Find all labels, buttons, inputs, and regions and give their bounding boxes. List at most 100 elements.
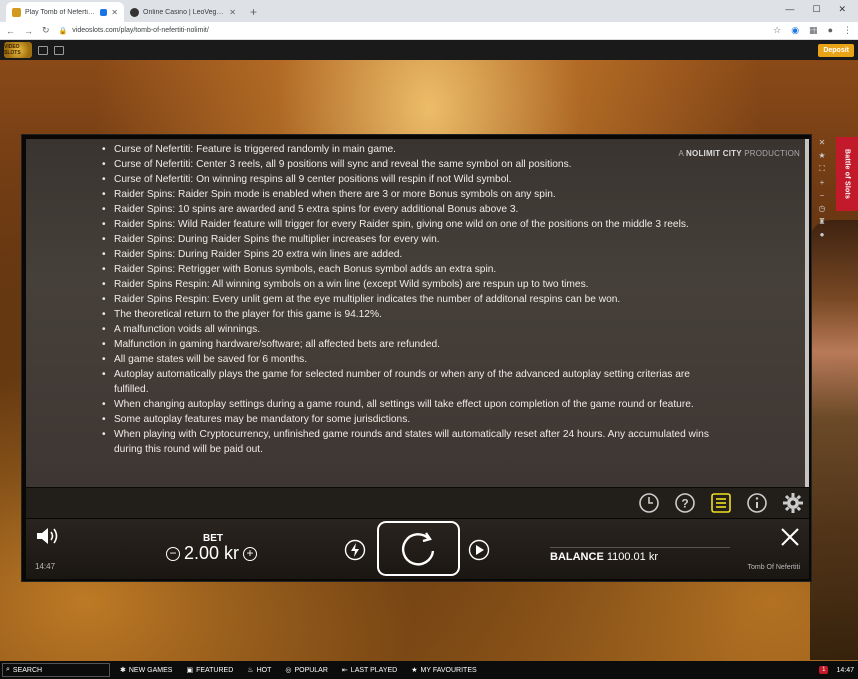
bottom-nav-items: ✱ NEW GAMES ▣ FEATURED ♨ HOT ◎ POPULAR ⇤ LAST… xyxy=(120,666,477,675)
close-tab-icon[interactable]: ✕ xyxy=(111,8,118,17)
spin-icon xyxy=(401,531,434,565)
info-icon[interactable] xyxy=(745,491,769,515)
game-controls: 14:47 BET − 2.00 kr + BALANCE 1100.01 kr… xyxy=(26,519,809,579)
paytable-icon[interactable] xyxy=(709,491,733,515)
rule-item: When changing autoplay settings during a… xyxy=(96,397,721,412)
leovegas-favicon-icon xyxy=(130,7,139,17)
close-paytable-icon[interactable] xyxy=(780,527,800,552)
info-toolbar: ? xyxy=(26,488,809,518)
bet-control: − 2.00 kr + xyxy=(166,543,258,564)
add-icon[interactable]: + xyxy=(820,178,825,187)
extension-icon[interactable]: ▦ xyxy=(809,25,818,36)
rule-item: Curse of Nefertiti: Center 3 reels, all … xyxy=(96,157,721,172)
settings-gear-icon[interactable] xyxy=(781,491,805,515)
fullscreen-icon[interactable]: ⛶ xyxy=(819,164,825,174)
rule-item: Raider Spins: Wild Raider feature will t… xyxy=(96,217,721,232)
game-clock: 14:47 xyxy=(35,562,56,571)
turbo-icon[interactable] xyxy=(344,539,366,566)
rule-item: Raider Spins: 10 spins are awarded and 5… xyxy=(96,202,721,217)
clock-icon[interactable]: ◷ xyxy=(819,204,826,213)
spin-button[interactable] xyxy=(377,521,460,576)
bet-value: 2.00 kr xyxy=(184,543,240,563)
paytable-panel: A NOLIMIT CITY PRODUCTION Curse of Nefer… xyxy=(26,139,809,487)
notification-badge[interactable]: 1 xyxy=(819,666,829,674)
rule-item: A malfunction voids all winnings. xyxy=(96,322,721,337)
rule-item: The theoretical return to the player for… xyxy=(96,307,721,322)
address-actions: ☆ ◉ ▦ ● ⋮ xyxy=(773,25,852,36)
search-label: SEARCH xyxy=(12,666,43,674)
nav-popular[interactable]: ◎ POPULAR xyxy=(285,666,328,675)
browser-tab[interactable]: Online Casino | LeoVegas™ ✕ xyxy=(124,2,242,22)
url-text: videoslots.com/play/tomb-of-nefertiti-no… xyxy=(72,27,209,34)
minus-icon[interactable]: − xyxy=(820,191,825,200)
chat-icon[interactable]: ● xyxy=(820,230,825,239)
flame-icon: ♨ xyxy=(247,667,254,674)
nav-new-games[interactable]: ✱ NEW GAMES xyxy=(120,666,172,675)
bookmark-star-icon[interactable]: ☆ xyxy=(773,25,781,36)
nav-hot[interactable]: ♨ HOT xyxy=(247,666,271,675)
nav-my-favourites[interactable]: ★ MY FAVOURITES xyxy=(411,666,476,675)
rule-item: Raider Spins Respin: Every unlit gem at … xyxy=(96,292,721,307)
svg-text:?: ? xyxy=(681,497,688,511)
trophy-icon[interactable]: ♜ xyxy=(818,217,825,226)
rule-item: Autoplay automatically plays the game fo… xyxy=(96,367,721,397)
tab-title: Online Casino | LeoVegas™ xyxy=(143,8,226,16)
game-search[interactable]: ⌕ SEARCH xyxy=(2,663,110,677)
bet-decrease-button[interactable]: − xyxy=(166,546,180,561)
balance-display: BALANCE 1100.01 kr xyxy=(550,551,659,563)
extension-icon[interactable]: ◉ xyxy=(791,25,799,36)
maximize-icon[interactable]: ☐ xyxy=(812,4,820,15)
nav-featured[interactable]: ▣ FEATURED xyxy=(186,666,233,675)
rule-item: Raider Spins: During Raider Spins 20 ext… xyxy=(96,247,721,262)
back-icon[interactable]: ← xyxy=(6,26,15,36)
rule-item: Curse of Nefertiti: Feature is triggered… xyxy=(96,142,721,157)
battle-of-slots-tab[interactable]: Battle of Slots xyxy=(836,137,858,211)
audio-tab-icon xyxy=(100,8,108,16)
forward-icon[interactable]: → xyxy=(24,26,33,36)
new-tab-button[interactable]: + xyxy=(242,5,265,22)
sound-icon[interactable] xyxy=(35,526,61,551)
close-window-icon[interactable]: ✕ xyxy=(838,4,846,15)
history-icon[interactable] xyxy=(637,491,661,515)
balance-divider xyxy=(550,547,730,548)
autoplay-icon[interactable] xyxy=(468,539,490,566)
rule-item: Raider Spins Respin: All winning symbols… xyxy=(96,277,721,292)
split-screen-icon[interactable] xyxy=(54,45,64,55)
window-controls: — ☐ ✕ xyxy=(785,0,858,18)
reload-icon[interactable]: ↻ xyxy=(42,25,50,36)
videoslots-logo[interactable]: VIDEO SLOTS xyxy=(4,42,32,58)
close-tab-icon[interactable]: ✕ xyxy=(229,8,236,17)
rule-item: All game states will be saved for 6 mont… xyxy=(96,352,721,367)
nav-last-played[interactable]: ⇤ LAST PLAYED xyxy=(341,666,397,675)
rule-item: Some autoplay features may be mandatory … xyxy=(96,412,721,427)
close-game-icon[interactable]: ✕ xyxy=(819,138,826,147)
popular-icon: ◎ xyxy=(285,667,292,674)
menu-icon[interactable]: ⋮ xyxy=(843,25,852,36)
favourite-icon: ★ xyxy=(411,667,418,674)
featured-icon: ▣ xyxy=(186,667,194,674)
minimize-icon[interactable]: — xyxy=(785,4,794,14)
rule-item: Raider Spins: Retrigger with Bonus symbo… xyxy=(96,262,721,277)
bottom-status: 1 14:47 xyxy=(819,666,858,674)
browser-tabbar: Play Tomb of Nefertiti Video ✕ Online Ca… xyxy=(0,0,858,22)
game-window: A NOLIMIT CITY PRODUCTION Curse of Nefer… xyxy=(21,134,812,582)
url-field[interactable]: 🔒 videoslots.com/play/tomb-of-nefertiti-… xyxy=(59,27,765,35)
bottom-clock: 14:47 xyxy=(836,666,854,674)
last-played-icon: ⇤ xyxy=(341,667,348,674)
deposit-button[interactable]: Deposit xyxy=(818,43,854,57)
rule-item: Raider Spins: During Raider Spins the mu… xyxy=(96,232,721,247)
rule-item: Malfunction in gaming hardware/software;… xyxy=(96,337,721,352)
favourite-star-icon[interactable]: ★ xyxy=(818,151,825,160)
tab-title: Play Tomb of Nefertiti Video xyxy=(25,8,96,16)
new-games-icon: ✱ xyxy=(120,667,126,674)
rule-item: Raider Spins: Raider Spin mode is enable… xyxy=(96,187,721,202)
scrollbar-thumb[interactable] xyxy=(805,139,809,487)
profile-icon[interactable]: ● xyxy=(828,25,833,36)
bottom-navigation: ⌕ SEARCH ✱ NEW GAMES ▣ FEATURED ♨ HOT ◎ POPU… xyxy=(0,661,858,679)
browser-tab-active[interactable]: Play Tomb of Nefertiti Video ✕ xyxy=(6,2,124,22)
character-artwork xyxy=(810,220,858,660)
game-title: Tomb Of Nefertiti xyxy=(747,564,800,571)
bet-increase-button[interactable]: + xyxy=(243,546,258,561)
help-icon[interactable]: ? xyxy=(673,491,697,515)
monitor-icon[interactable] xyxy=(38,45,48,55)
